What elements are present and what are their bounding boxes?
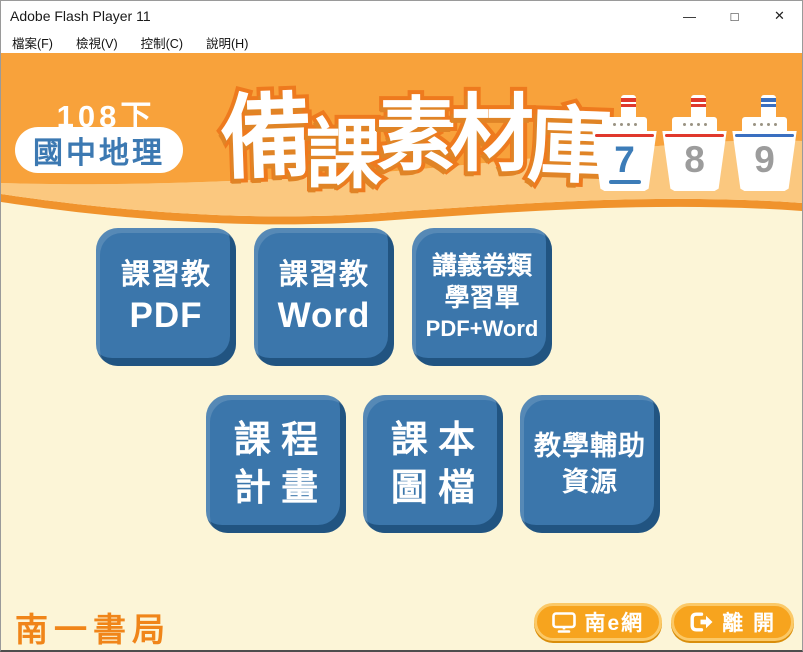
material-buttons-row1: 課習教 PDF 課習教 Word 講義卷類 學習單 PDF+Word [96,228,552,366]
flash-player-window: Adobe Flash Player 11 — □ ✕ 檔案(F) 檢視(V) … [0,0,803,652]
maximize-button[interactable]: □ [712,1,757,31]
titlebar: Adobe Flash Player 11 — □ ✕ [1,1,802,31]
title-char: 材 [446,83,538,185]
grade-selected-underline [608,180,641,184]
title-char: 素 [372,87,460,184]
menu-file[interactable]: 檔案(F) [9,32,56,53]
button-line: PDF+Word [425,316,539,341]
grade-9-boat[interactable]: 9 [731,89,798,195]
teaching-aids-button[interactable]: 教學輔助 資源 [520,395,660,533]
exit-button[interactable]: 離 開 [671,603,794,641]
boat-deck-icon [602,117,647,131]
monitor-icon [552,611,577,633]
subject-badge: 國中地理 [15,127,183,173]
menu-view[interactable]: 檢視(V) [73,32,121,53]
boat-hull-icon: 9 [732,131,797,191]
menu-help[interactable]: 說明(H) [203,32,251,53]
subject-label: 國中地理 [33,137,165,170]
close-button[interactable]: ✕ [757,1,802,31]
menu-control[interactable]: 控制(C) [138,32,186,53]
boat-hull-icon: 8 [662,131,727,191]
menubar: 檔案(F) 檢視(V) 控制(C) 說明(H) [1,31,802,53]
button-line: 教學輔助 [534,431,646,461]
nan-e-web-button[interactable]: 南e網 [534,603,663,641]
button-line: 講義卷類 [431,252,532,280]
site-button-label: 南e網 [584,612,645,635]
workbook-pdf-button[interactable]: 課習教 PDF [96,228,236,366]
textbook-images-button[interactable]: 課 本 圖 檔 [363,395,503,533]
footer-buttons: 南e網 離 開 [534,603,794,641]
button-line: 圖 檔 [390,467,476,508]
button-line: 學習單 [444,284,520,312]
handouts-worksheets-button[interactable]: 講義卷類 學習單 PDF+Word [412,228,552,366]
button-line: Word [277,296,371,335]
publisher-logo: 南一書局 [15,613,171,649]
boat-hull-icon: 7 [592,131,657,191]
grade-8-label: 8 [684,139,705,180]
button-line: 資源 [562,467,618,497]
curriculum-plan-button[interactable]: 課 程 計 畫 [206,395,346,533]
button-line: PDF [129,296,203,335]
grade-7-label: 7 [614,139,635,180]
window-title: Adobe Flash Player 11 [10,8,151,24]
button-line: 課習教 [278,259,369,291]
material-buttons-row2: 課 程 計 畫 課 本 圖 檔 教學輔助 資源 [206,395,660,533]
exit-icon [690,612,713,632]
grade-selector: 7 8 9 [591,89,798,195]
button-line: 課 程 [233,419,319,460]
window-controls: — □ ✕ [667,1,802,31]
button-line: 課習教 [120,259,211,291]
boat-deck-icon [742,117,787,131]
workbook-word-button[interactable]: 課習教 Word [254,228,394,366]
grade-8-boat[interactable]: 8 [661,89,728,195]
flash-stage: 108下 國中地理 備 課 素 材 庫 7 8 9 課習教 PDF 課習教 Wo… [1,53,802,650]
title-char: 課 [302,109,386,202]
boat-deck-icon [672,117,717,131]
button-line: 課 本 [390,419,476,460]
grade-7-boat[interactable]: 7 [591,89,658,195]
minimize-button[interactable]: — [667,1,712,31]
title-char: 備 [215,81,319,194]
app-title: 備 課 素 材 庫 [215,63,618,202]
grade-9-label: 9 [754,139,775,180]
button-line: 計 畫 [233,467,319,508]
exit-button-label: 離 開 [722,612,776,635]
